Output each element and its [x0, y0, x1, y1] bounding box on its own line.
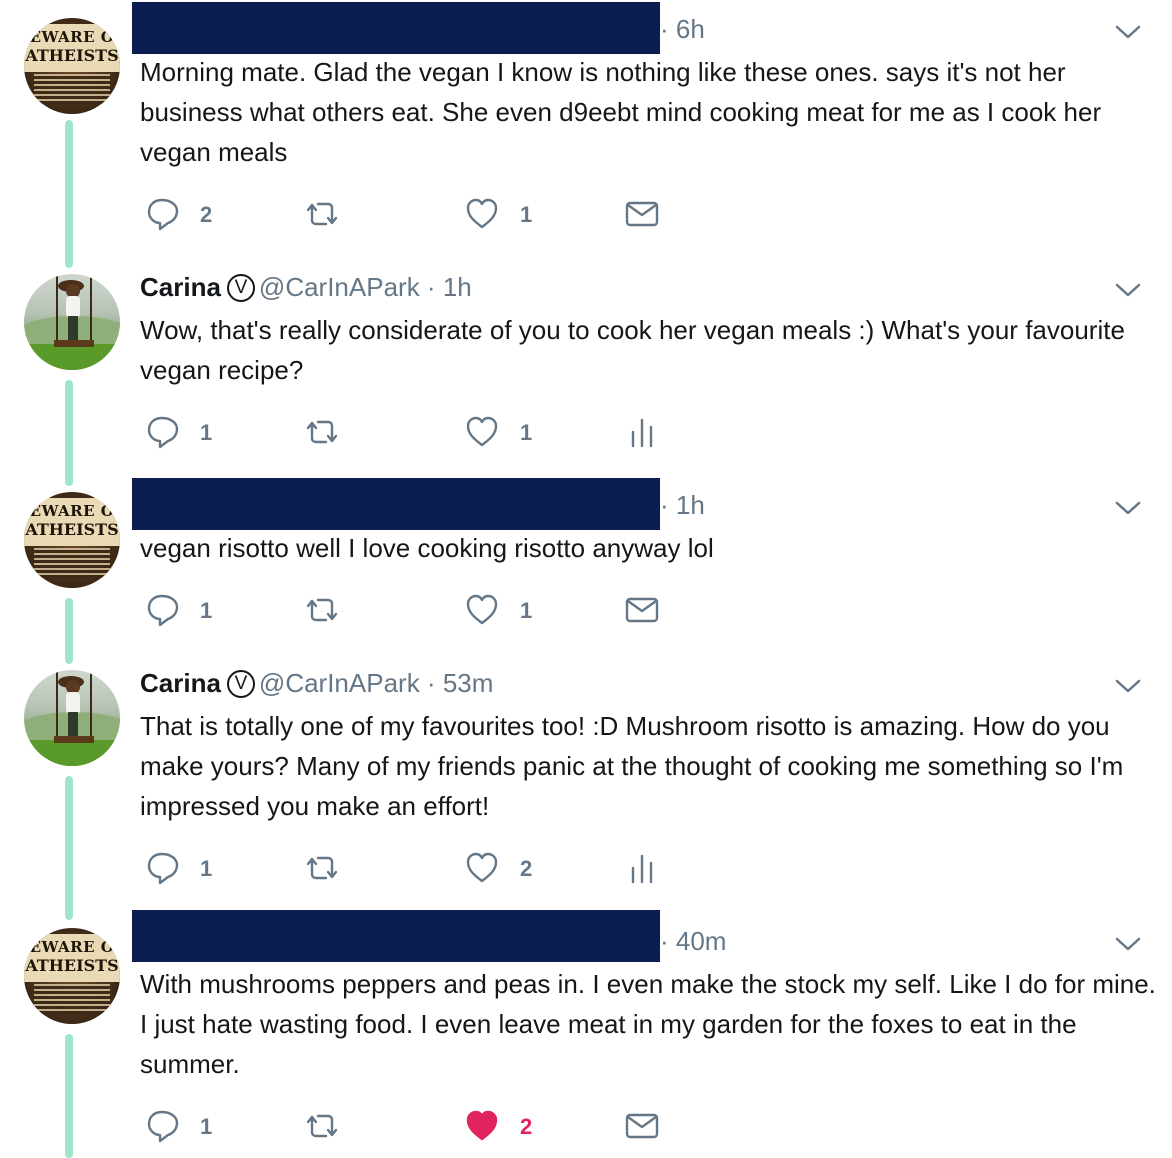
- avatar[interactable]: [24, 274, 120, 370]
- avatar-sign-text: EWARE O: [29, 938, 115, 956]
- avatar-sign-text: EWARE O: [29, 502, 115, 520]
- timestamp[interactable]: 1h: [676, 490, 705, 520]
- timestamp[interactable]: 53m: [443, 668, 494, 698]
- reply-icon[interactable]: [146, 592, 180, 628]
- avatar-sign-text: ATHEISTS: [25, 520, 119, 539]
- redacted-username: [132, 2, 660, 54]
- reply-count: 1: [200, 420, 213, 445]
- tweet-text: That is totally one of my favourites too…: [140, 711, 1124, 821]
- retweet-icon[interactable]: [302, 592, 342, 628]
- reply-count: 1: [200, 598, 213, 623]
- vegan-mark: V: [226, 274, 255, 302]
- like-count: 1: [520, 598, 533, 623]
- reply-icon[interactable]: [146, 414, 180, 450]
- chevron-down-icon[interactable]: [1114, 676, 1142, 696]
- avatar[interactable]: EWARE O ATHEISTS: [24, 492, 120, 588]
- reply-icon[interactable]: [146, 1108, 180, 1144]
- like-count: 2: [520, 1114, 533, 1139]
- reply-count: 2: [200, 202, 213, 227]
- liked-heart-icon[interactable]: [464, 1108, 500, 1144]
- display-name[interactable]: Carina: [140, 272, 221, 302]
- tweet-header: · 1h: [660, 490, 705, 520]
- chevron-down-icon[interactable]: [1114, 498, 1142, 518]
- like-icon[interactable]: [464, 592, 500, 628]
- chevron-down-icon[interactable]: [1114, 934, 1142, 954]
- reply-count: 1: [200, 856, 213, 881]
- thread-line: [65, 776, 73, 920]
- retweet-icon[interactable]: [302, 196, 342, 232]
- reply-count: 1: [200, 1114, 213, 1139]
- thread-line: [65, 380, 73, 486]
- vegan-mark: V: [226, 670, 255, 698]
- username[interactable]: @CarInAPark: [259, 272, 420, 302]
- redacted-username: [132, 910, 660, 962]
- tweet-header: Carina V @CarInAPark · 1h: [140, 272, 472, 302]
- avatar[interactable]: [24, 670, 120, 766]
- like-count: 2: [520, 856, 533, 881]
- thread-line: [65, 598, 73, 664]
- analytics-icon[interactable]: [624, 850, 660, 886]
- tweet-header: · 6h: [660, 14, 705, 44]
- display-name[interactable]: Carina: [140, 668, 221, 698]
- timestamp[interactable]: 6h: [676, 14, 705, 44]
- chevron-down-icon[interactable]: [1114, 280, 1142, 300]
- tweet-text: Morning mate. Glad the vegan I know is n…: [140, 57, 1102, 167]
- avatar-sign-text: ATHEISTS: [25, 956, 119, 975]
- tweet-text: With mushrooms peppers and peas in. I ev…: [140, 969, 1156, 1079]
- like-icon[interactable]: [464, 414, 500, 450]
- reply-icon[interactable]: [146, 850, 180, 886]
- envelope-icon[interactable]: [624, 1108, 660, 1144]
- analytics-icon[interactable]: [624, 414, 660, 450]
- envelope-icon[interactable]: [624, 196, 660, 232]
- retweet-icon[interactable]: [302, 850, 342, 886]
- chevron-down-icon[interactable]: [1114, 22, 1142, 42]
- reply-icon[interactable]: [146, 196, 180, 232]
- like-count: 1: [520, 202, 533, 227]
- timestamp[interactable]: 40m: [676, 926, 727, 956]
- like-icon[interactable]: [464, 850, 500, 886]
- envelope-icon[interactable]: [624, 592, 660, 628]
- redacted-username: [132, 478, 660, 530]
- avatar[interactable]: EWARE O ATHEISTS: [24, 18, 120, 114]
- thread-line: [65, 1034, 73, 1158]
- avatar-sign-text: ATHEISTS: [25, 46, 119, 65]
- retweet-icon[interactable]: [302, 414, 342, 450]
- tweet-header: · 40m: [660, 926, 727, 956]
- username[interactable]: @CarInAPark: [259, 668, 420, 698]
- like-count: 1: [520, 420, 533, 445]
- avatar-sign-text: EWARE O: [29, 28, 115, 46]
- timestamp[interactable]: 1h: [443, 272, 472, 302]
- like-icon[interactable]: [464, 196, 500, 232]
- tweet-text: vegan risotto well I love cooking risott…: [140, 533, 714, 563]
- avatar[interactable]: EWARE O ATHEISTS: [24, 928, 120, 1024]
- retweet-icon[interactable]: [302, 1108, 342, 1144]
- tweet-header: Carina V @CarInAPark · 53m: [140, 668, 494, 698]
- thread-line: [65, 120, 73, 268]
- tweet-text: Wow, that's really considerate of you to…: [140, 315, 1125, 385]
